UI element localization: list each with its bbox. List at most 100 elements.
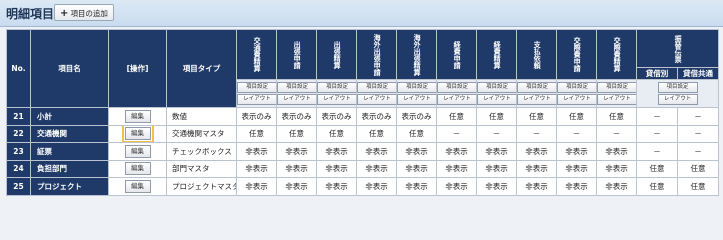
setting-cell: 非表示 bbox=[476, 142, 517, 161]
item-type: チェックボックス bbox=[166, 142, 237, 161]
layout-button[interactable]: レイアウト bbox=[657, 94, 698, 105]
action-cell: 編集 bbox=[108, 177, 167, 196]
col-header-name: 項目名 bbox=[30, 29, 109, 108]
edit-button[interactable]: 編集 bbox=[124, 144, 151, 158]
item-setting-button[interactable]: 項目設定 bbox=[237, 82, 276, 93]
setting-cell: 非表示 bbox=[236, 159, 277, 178]
setting-cell: － bbox=[677, 107, 719, 126]
layout-button[interactable]: レイアウト bbox=[597, 94, 636, 105]
item-setting-button[interactable]: 項目設定 bbox=[317, 82, 356, 93]
item-name: 交通機関 bbox=[30, 124, 109, 143]
item-setting-button[interactable]: 項目設定 bbox=[397, 82, 436, 93]
col-header-form: 交際費精算 bbox=[613, 37, 622, 72]
setting-cell: － bbox=[556, 124, 597, 143]
item-name: プロジェクト bbox=[30, 177, 109, 196]
setting-cell: 任意 bbox=[356, 124, 397, 143]
setting-cell: 表示のみ bbox=[356, 107, 397, 126]
setting-cell: 非表示 bbox=[396, 142, 437, 161]
setting-cell: 任意 bbox=[636, 159, 678, 178]
edit-button[interactable]: 編集 bbox=[124, 109, 151, 123]
col-header-form: 出張精算 bbox=[333, 40, 342, 69]
item-name: 負担部門 bbox=[30, 159, 109, 178]
item-setting-button[interactable]: 項目設定 bbox=[357, 82, 396, 93]
item-setting-button[interactable]: 項目設定 bbox=[517, 82, 556, 93]
setting-cell: 表示のみ bbox=[276, 107, 317, 126]
setting-cell: 非表示 bbox=[516, 159, 557, 178]
item-type: プロジェクトマスタ bbox=[166, 177, 237, 196]
setting-cell: 非表示 bbox=[476, 177, 517, 196]
setting-cell: 非表示 bbox=[596, 142, 637, 161]
setting-cell: － bbox=[436, 124, 477, 143]
col-header-form: 支払依頼 bbox=[533, 40, 542, 69]
setting-cell: 非表示 bbox=[596, 159, 637, 178]
setting-cell: － bbox=[476, 124, 517, 143]
setting-cell: 非表示 bbox=[436, 177, 477, 196]
col-header-voucher: 振替伝票 bbox=[674, 34, 683, 63]
setting-cell: 非表示 bbox=[236, 177, 277, 196]
edit-button[interactable]: 編集 bbox=[124, 162, 151, 176]
col-header-type: 項目タイプ bbox=[166, 29, 237, 108]
col-header-action: [操作] bbox=[108, 29, 167, 108]
layout-button[interactable]: レイアウト bbox=[237, 94, 276, 105]
layout-button[interactable]: レイアウト bbox=[357, 94, 396, 105]
table-row: 21 小計 編集 数値 表示のみ 表示のみ 表示のみ 表示のみ 表示のみ 任意 任意 任意 任意 任意－－ bbox=[6, 107, 719, 126]
layout-button[interactable]: レイアウト bbox=[477, 94, 516, 105]
table-row: 25 プロジェクト 編集 プロジェクトマスタ 非表示 非表示 非表示 非表示 非表示 非表示 非表示… bbox=[6, 177, 719, 196]
setting-cell: 非表示 bbox=[356, 159, 397, 178]
item-setting-button[interactable]: 項目設定 bbox=[277, 82, 316, 93]
table-row: 22 交通機関 編集 交通機関マスタ 任意 任意 任意 任意 任意－－－－－－－ bbox=[6, 124, 719, 143]
setting-cell: 非表示 bbox=[356, 142, 397, 161]
setting-cell: 任意 bbox=[596, 107, 637, 126]
action-cell: 編集 bbox=[108, 107, 167, 126]
setting-cell: 非表示 bbox=[596, 177, 637, 196]
col-header-form: 経費精算 bbox=[493, 40, 502, 69]
table-row: 23 証票 編集 チェックボックス 非表示 非表示 非表示 非表示 非表示 非表示 非表示 非表示 非表… bbox=[6, 142, 719, 161]
add-item-button[interactable]: + 項目の追加 bbox=[54, 4, 114, 21]
col-header-form: 経費申請 bbox=[453, 40, 462, 69]
setting-cell: 表示のみ bbox=[396, 107, 437, 126]
row-number: 23 bbox=[6, 142, 31, 161]
layout-button[interactable]: レイアウト bbox=[317, 94, 356, 105]
layout-button[interactable]: レイアウト bbox=[277, 94, 316, 105]
setting-cell: － bbox=[596, 124, 637, 143]
layout-button[interactable]: レイアウト bbox=[397, 94, 436, 105]
setting-cell: 非表示 bbox=[476, 159, 517, 178]
item-setting-button[interactable]: 項目設定 bbox=[557, 82, 596, 93]
edit-button[interactable]: 編集 bbox=[124, 179, 151, 193]
col-header-form: 交際費申請 bbox=[573, 37, 582, 72]
edit-button[interactable]: 編集 bbox=[121, 125, 154, 142]
setting-cell: 非表示 bbox=[276, 142, 317, 161]
setting-cell: 任意 bbox=[316, 124, 357, 143]
table-row: 24 負担部門 編集 部門マスタ 非表示 非表示 非表示 非表示 非表示 非表示 非表示 非表示 非表示… bbox=[6, 159, 719, 178]
item-setting-button[interactable]: 項目設定 bbox=[657, 82, 698, 93]
setting-cell: 非表示 bbox=[556, 159, 597, 178]
row-number: 25 bbox=[6, 177, 31, 196]
setting-cell: 任意 bbox=[236, 124, 277, 143]
setting-cell: － bbox=[677, 142, 719, 161]
item-setting-button[interactable]: 項目設定 bbox=[597, 82, 636, 93]
col-header-form: 海外出張申請 bbox=[373, 33, 382, 76]
action-cell: 編集 bbox=[108, 124, 167, 143]
setting-cell: 任意 bbox=[436, 107, 477, 126]
col-header-no: No. bbox=[6, 29, 31, 108]
col-header-voucher-sub: 貸借別 bbox=[636, 67, 678, 80]
col-header-form: 交通費精算 bbox=[253, 37, 262, 72]
setting-cell: 非表示 bbox=[276, 177, 317, 196]
layout-button[interactable]: レイアウト bbox=[437, 94, 476, 105]
layout-button[interactable]: レイアウト bbox=[557, 94, 596, 105]
item-setting-button[interactable]: 項目設定 bbox=[437, 82, 476, 93]
plus-icon: + bbox=[60, 8, 69, 19]
setting-cell: 任意 bbox=[677, 177, 719, 196]
item-type: 数値 bbox=[166, 107, 237, 126]
action-cell: 編集 bbox=[108, 159, 167, 178]
setting-cell: 非表示 bbox=[316, 159, 357, 178]
setting-cell: 任意 bbox=[516, 107, 557, 126]
setting-cell: 非表示 bbox=[236, 142, 277, 161]
layout-button[interactable]: レイアウト bbox=[517, 94, 556, 105]
setting-cell: 非表示 bbox=[276, 159, 317, 178]
item-setting-button[interactable]: 項目設定 bbox=[477, 82, 516, 93]
setting-cell: 任意 bbox=[556, 107, 597, 126]
setting-cell: － bbox=[677, 124, 719, 143]
col-header-form: 出張申請 bbox=[293, 40, 302, 69]
item-type: 部門マスタ bbox=[166, 159, 237, 178]
